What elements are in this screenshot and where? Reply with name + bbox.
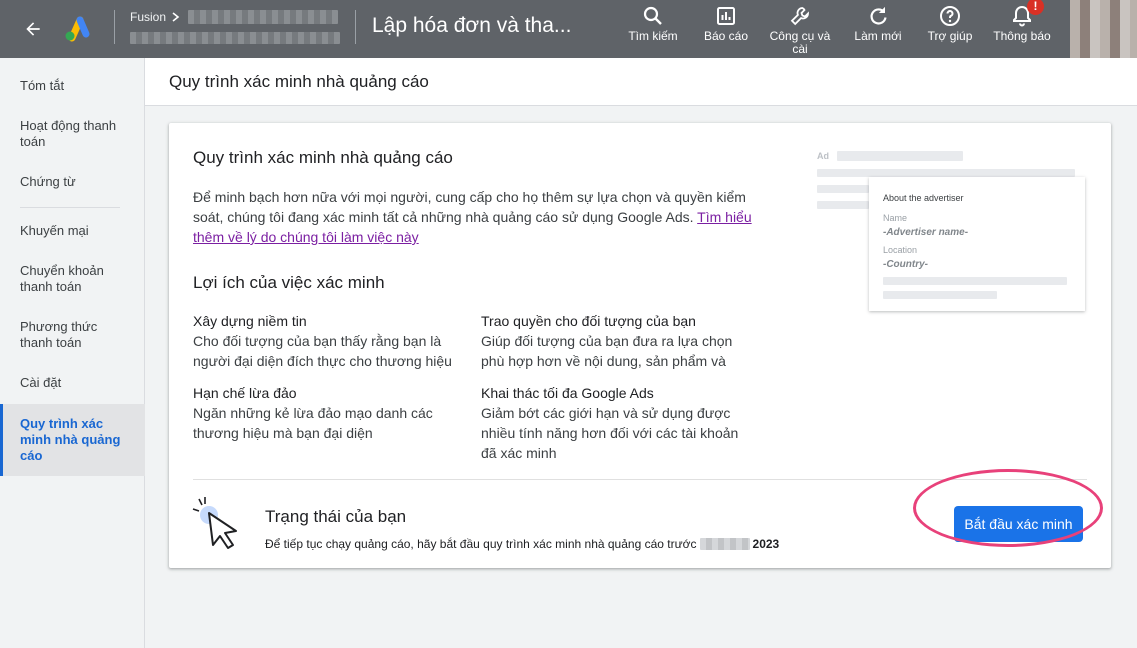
status-description: Để tiếp tục chạy quảng cáo, hãy bắt đầu … — [265, 537, 780, 551]
benefit-limit-fraud: Hạn chế lừa đảo Ngăn những kẻ lừa đảo mạ… — [193, 385, 433, 441]
benefit-maximize-google-ads: Khai thác tối đa Google Ads Giảm bớt các… — [481, 385, 739, 461]
notifications-button[interactable]: ! Thông báo — [990, 0, 1054, 43]
redacted-account-detail — [130, 32, 340, 44]
advertiser-info-illustration: Ad About the advertiser Name -Advertiser… — [817, 149, 1087, 319]
card-title: Quy trình xác minh nhà quảng cáo — [193, 148, 453, 167]
benefit-build-trust: Xây dựng niềm tin Cho đối tượng của bạn … — [193, 313, 452, 369]
divider — [114, 10, 115, 44]
sidebar-item-settings[interactable]: Cài đặt — [0, 375, 145, 391]
account-name: Fusion — [130, 10, 167, 24]
start-verification-button[interactable]: Bắt đầu xác minh — [954, 506, 1083, 542]
page-title: Lập hóa đơn và tha... — [372, 14, 572, 37]
sidebar-item-advertiser-verification[interactable]: Quy trình xác minh nhà quảng cáo — [0, 404, 145, 476]
benefits-title: Lợi ích của việc xác minh — [193, 273, 385, 292]
sidebar-item-summary[interactable]: Tóm tắt — [0, 78, 145, 94]
sidebar: Tóm tắt Hoạt động thanh toán Chứng từ Kh… — [0, 58, 145, 648]
sidebar-divider — [20, 207, 120, 208]
status-title: Trạng thái của bạn — [265, 507, 407, 526]
help-icon — [940, 6, 960, 26]
divider — [193, 479, 1087, 480]
divider — [355, 10, 356, 44]
redacted-date — [699, 538, 750, 550]
avatar[interactable] — [1070, 0, 1137, 58]
benefit-empower-audience: Trao quyền cho đối tượng của bạn Giúp đố… — [481, 313, 733, 369]
sidebar-item-payment-transfer[interactable]: Chuyển khoản thanh toán — [0, 263, 145, 295]
account-selector[interactable]: Fusion — [130, 10, 340, 44]
section-title: Quy trình xác minh nhà quảng cáo — [169, 72, 429, 91]
content-header: Quy trình xác minh nhà quảng cáo — [145, 58, 1137, 106]
help-button[interactable]: Trợ giúp — [920, 4, 980, 43]
sidebar-item-billing-activity[interactable]: Hoạt động thanh toán — [0, 118, 145, 150]
search-button[interactable]: Tìm kiếm — [622, 4, 684, 43]
sidebar-item-documents[interactable]: Chứng từ — [0, 174, 145, 190]
wrench-icon — [790, 7, 809, 26]
redacted-account-id — [188, 10, 338, 24]
chevron-right-icon — [172, 12, 180, 22]
back-arrow-icon[interactable] — [18, 14, 48, 44]
refresh-icon — [870, 7, 887, 25]
reports-icon — [717, 7, 735, 25]
search-icon — [643, 6, 662, 25]
about-advertiser-card: About the advertiser Name -Advertiser na… — [869, 177, 1085, 311]
tools-settings-button[interactable]: Công cụ và cài — [768, 4, 832, 56]
ad-label: Ad — [817, 151, 829, 161]
notification-badge: ! — [1027, 0, 1044, 15]
verification-card: Quy trình xác minh nhà quảng cáo Để minh… — [169, 123, 1111, 568]
reports-button[interactable]: Báo cáo — [696, 4, 756, 43]
refresh-button[interactable]: Làm mới — [848, 4, 908, 43]
cursor-click-icon — [191, 495, 243, 551]
sidebar-item-payment-methods[interactable]: Phương thức thanh toán — [0, 319, 145, 351]
intro-text: Để minh bạch hơn nữa với mọi người, cung… — [193, 189, 752, 245]
top-bar: Fusion Lập hóa đơn và tha... Tìm kiếm Bá… — [0, 0, 1137, 58]
sidebar-item-promotions[interactable]: Khuyến mại — [0, 223, 145, 239]
google-ads-logo-icon — [62, 14, 92, 42]
